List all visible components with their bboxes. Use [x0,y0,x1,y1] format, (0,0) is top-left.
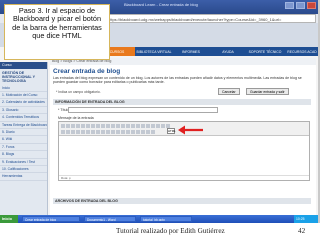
required-hint: * Indica un campo obligatorio. [56,90,101,94]
action-row: * Indica un campo obligatorio. Cancelar … [50,88,316,96]
toolbar-icon[interactable] [81,124,85,128]
toolbar-icon[interactable] [76,130,80,134]
sidebar-item[interactable]: 7. Foros [0,144,47,152]
sidebar-item[interactable]: Inicio [0,85,47,93]
toolbar-icon[interactable] [161,124,165,128]
toolbar-icon[interactable] [96,124,100,128]
toolbar-icon[interactable] [91,124,95,128]
sidebar-item[interactable]: 10. Calificaciones [0,166,47,174]
title-input[interactable] [68,107,218,113]
taskbar-item[interactable]: Crear entrada de blog [22,216,80,222]
toolbar-icon[interactable] [151,130,155,134]
toolbar-row [61,124,170,128]
toolbar-icon[interactable] [66,124,70,128]
course-sidebar: Curso GESTIÓN DE INSTRUCCIONAL Y TECNOLO… [0,62,48,215]
toolbar-icon[interactable] [156,124,160,128]
toolbar-icon[interactable] [146,130,150,134]
toolbar-icon[interactable] [86,124,90,128]
toolbar-icon[interactable] [101,130,105,134]
toolbar-row [61,130,155,134]
nav-tab[interactable]: INFORMES [173,47,209,56]
address-bar[interactable]: https://blackboard.udg.mx/webapps/blackb… [104,14,316,23]
toolbar-icon[interactable] [76,124,80,128]
main-content: Blog > Blogs > Crear entrada de blog Cre… [50,58,316,215]
sidebar-header: Curso [0,62,47,69]
sidebar-item[interactable]: 1. Motivación del Curso [0,92,47,100]
toolbar-icon[interactable] [141,124,145,128]
toolbar-icon[interactable] [151,124,155,128]
toolbar-icon[interactable] [136,124,140,128]
toolbar-icon[interactable] [111,124,115,128]
footer-credit: Tutorial realizado por Edith Gutiérrez [116,227,225,235]
toolbar-icon[interactable] [71,130,75,134]
toolbar-icon[interactable] [96,130,100,134]
minimize-icon[interactable] [285,2,294,9]
sidebar-item[interactable]: 5. Diario [0,129,47,137]
nav-tab[interactable]: AYUDA [210,47,246,56]
toolbar-icon[interactable] [136,130,140,134]
toolbar-icon[interactable] [116,130,120,134]
course-title: GESTIÓN DE INSTRUCCIONAL Y TECNOLOGÍA [2,71,35,84]
text-editor[interactable]: HTML Ruta: p [58,121,310,181]
section-header: INFORMACIÓN DE ENTRADA DEL BLOG [53,99,311,105]
toolbar-icon[interactable] [66,130,70,134]
toolbar-icon[interactable] [131,124,135,128]
instruction-callout: Paso 3. Ir al espacio de Blackboard y pi… [4,4,110,60]
section-header-files: ARCHIVOS DE ENTRADA DEL BLOG [53,198,311,204]
toolbar-icon[interactable] [121,130,125,134]
toolbar-icon[interactable] [86,130,90,134]
sidebar-item[interactable]: 3. Glosario [0,107,47,115]
sidebar-item[interactable]: 2. Calendario de actividades [0,99,47,107]
toolbar-icon[interactable] [131,130,135,134]
toolbar-icon[interactable] [116,124,120,128]
toolbar-icon[interactable] [101,124,105,128]
system-tray: 10:25 [294,215,318,223]
start-button[interactable]: Inicio [0,215,18,223]
toolbar-icon[interactable] [121,124,125,128]
nav-tab[interactable]: RECURSOS ACAD [284,47,318,56]
toolbar-icon[interactable] [141,130,145,134]
toolbar-icon[interactable] [126,124,130,128]
nav-tab[interactable]: BIBLIOTECA VIRTUAL [136,47,172,56]
sidebar-item[interactable]: 9. Evaluaciones / Test [0,159,47,167]
sidebar-item[interactable]: 8. Blogs [0,151,47,159]
sidebar-item[interactable]: Tareas Entrega de Blackboard [0,122,47,130]
page-intro: Las entradas del blog expresan un conten… [53,76,302,85]
page-title: Crear entrada de blog [53,68,121,75]
toolbar-icon[interactable] [106,130,110,134]
sidebar-item[interactable]: 6. Wiki [0,136,47,144]
taskbar: Inicio Crear entrada de blog Documento1 … [0,215,318,223]
editor-toolbar: HTML [59,122,309,136]
close-icon[interactable] [307,2,316,9]
html-button[interactable]: HTML [167,128,176,134]
toolbar-icon[interactable] [91,130,95,134]
sidebar-item[interactable]: Herramientas [0,173,47,181]
editor-path: Ruta: p [59,175,309,180]
message-label: Mensaje de la entrada [58,116,94,120]
toolbar-icon[interactable] [71,124,75,128]
browser-title: Blackboard Learn - Crear entrada de blog [124,2,198,7]
taskbar-item[interactable]: Documento1 - Word [84,216,136,222]
toolbar-icon[interactable] [106,124,110,128]
save-entry-button[interactable]: Guardar entrada y salir [246,88,289,95]
maximize-icon[interactable] [296,2,305,9]
toolbar-icon[interactable] [81,130,85,134]
toolbar-icon[interactable] [61,130,65,134]
toolbar-icon[interactable] [111,130,115,134]
sidebar-item[interactable]: 4. Contenidos Temáticos [0,114,47,122]
taskbar-item[interactable]: tutorial_bb.pptx [140,216,192,222]
cancel-button[interactable]: Cancelar [218,88,240,95]
toolbar-icon[interactable] [146,124,150,128]
nav-tab[interactable]: SOPORTE TÉCNICO [247,47,283,56]
toolbar-icon[interactable] [126,130,130,134]
slide-number: 42 [298,227,306,235]
toolbar-icon[interactable] [61,124,65,128]
arrow-left-icon [178,125,203,135]
